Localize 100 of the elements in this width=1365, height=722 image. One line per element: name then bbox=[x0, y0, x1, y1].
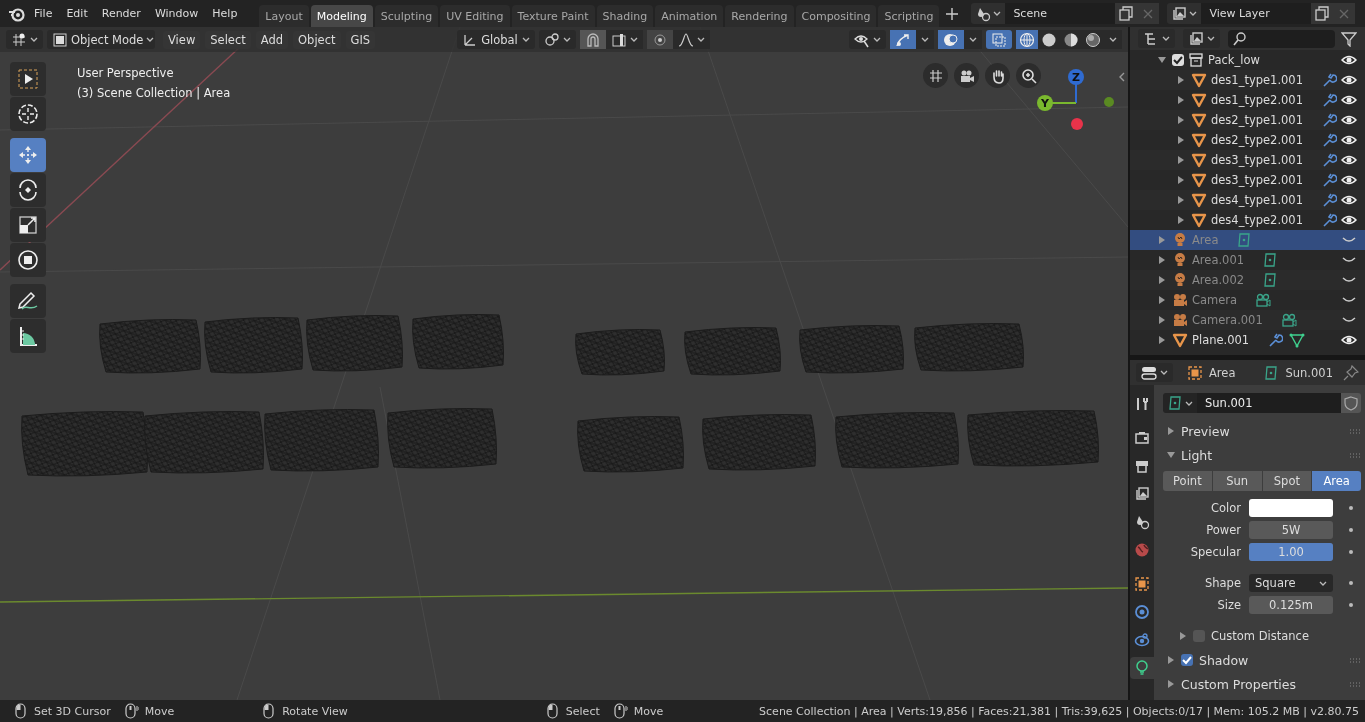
tool-button[interactable] bbox=[10, 208, 46, 242]
collapsed-arrow-icon[interactable] bbox=[1167, 680, 1175, 688]
panel-header[interactable]: Custom Properties bbox=[1163, 672, 1361, 696]
negative-y-axis-handle[interactable] bbox=[1104, 97, 1114, 107]
menu-item[interactable]: Help bbox=[206, 4, 244, 23]
display-mode-dropdown[interactable] bbox=[1138, 29, 1175, 48]
collapsed-arrow-icon[interactable] bbox=[1158, 336, 1166, 344]
mode-dropdown[interactable]: Object Mode bbox=[47, 30, 155, 49]
orientation-dropdown[interactable]: Global bbox=[457, 30, 536, 49]
collapsed-arrow-icon[interactable] bbox=[1158, 256, 1166, 264]
collapsed-arrow-icon[interactable] bbox=[1167, 656, 1175, 664]
filter-icon[interactable] bbox=[1341, 30, 1357, 47]
overlay-toggle[interactable] bbox=[938, 30, 964, 49]
workspace-tab[interactable]: Sculpting bbox=[374, 5, 439, 27]
collapsed-arrow-icon[interactable] bbox=[1177, 136, 1186, 144]
add-icon[interactable] bbox=[945, 6, 960, 21]
collapsed-arrow-icon[interactable] bbox=[1177, 156, 1186, 164]
proportional-toggle[interactable] bbox=[647, 30, 674, 49]
outliner-row[interactable]: Camera bbox=[1130, 290, 1365, 310]
keyframe-dot[interactable] bbox=[1349, 581, 1353, 585]
visibility-dropdown[interactable] bbox=[849, 30, 886, 49]
search-field[interactable] bbox=[1228, 29, 1335, 48]
collapsed-arrow-icon[interactable] bbox=[1167, 427, 1175, 435]
collapsed-arrow-icon[interactable] bbox=[1158, 236, 1166, 244]
menu-item[interactable]: File bbox=[28, 4, 59, 23]
number-field[interactable]: 0.125m bbox=[1249, 596, 1333, 614]
collapsed-arrow-icon[interactable] bbox=[1177, 216, 1186, 224]
view-layer-field[interactable]: View Layer bbox=[1201, 3, 1312, 24]
ortho-toggle-button[interactable] bbox=[923, 63, 948, 88]
editor-type-button[interactable] bbox=[1136, 363, 1173, 382]
fake-user-button[interactable] bbox=[1341, 393, 1361, 413]
scene-selector[interactable] bbox=[971, 3, 1006, 24]
menu-item[interactable]: Window bbox=[148, 4, 205, 23]
camera-view-button[interactable] bbox=[954, 63, 979, 88]
number-field[interactable]: 5W bbox=[1249, 521, 1333, 539]
keyframe-dot[interactable] bbox=[1349, 603, 1353, 607]
panel-header[interactable]: Shadow bbox=[1163, 648, 1361, 672]
tool-button[interactable] bbox=[10, 173, 46, 207]
x-axis-handle[interactable] bbox=[1071, 118, 1083, 130]
collapsed-arrow-icon[interactable] bbox=[1158, 296, 1166, 304]
tool-button[interactable] bbox=[10, 319, 46, 353]
outliner-row[interactable]: des1_type2.001 bbox=[1130, 90, 1365, 110]
workspace-tab[interactable]: UV Editing bbox=[440, 5, 510, 27]
panel-header[interactable]: Preview bbox=[1163, 419, 1361, 443]
copy-button[interactable] bbox=[1115, 3, 1138, 24]
gizmo-toggle[interactable] bbox=[890, 30, 916, 49]
outliner-row[interactable]: des2_type2.001 bbox=[1130, 130, 1365, 150]
snap-element-dropdown[interactable] bbox=[606, 30, 644, 49]
workspace-tab[interactable]: Texture Paint bbox=[511, 5, 595, 27]
workspace-tab[interactable]: Rendering bbox=[725, 5, 794, 27]
workspace-tab[interactable]: Animation bbox=[655, 5, 724, 27]
outliner-row[interactable]: Plane.001 bbox=[1130, 330, 1365, 350]
light-type-button[interactable]: Point bbox=[1163, 471, 1212, 491]
datablock-browse-button[interactable] bbox=[1163, 393, 1197, 413]
chevron-icon[interactable] bbox=[1118, 72, 1126, 82]
light-type-button[interactable]: Area bbox=[1312, 471, 1361, 491]
workspace-tab[interactable]: Shading bbox=[596, 5, 654, 27]
expanded-arrow-icon[interactable] bbox=[1158, 56, 1166, 64]
panel-header[interactable]: Light bbox=[1163, 443, 1361, 467]
collapsed-arrow-icon[interactable] bbox=[1179, 632, 1187, 640]
datablock-name-field[interactable]: Sun.001 bbox=[1197, 393, 1341, 413]
outliner-row[interactable]: Pack_low bbox=[1130, 50, 1365, 70]
workspace-tab[interactable]: Layout bbox=[259, 5, 309, 27]
collapsed-arrow-icon[interactable] bbox=[1177, 76, 1186, 84]
subpanel-header[interactable]: Custom Distance bbox=[1163, 624, 1361, 648]
gizmo-dropdown[interactable] bbox=[916, 30, 934, 49]
collapsed-arrow-icon[interactable] bbox=[1158, 316, 1166, 324]
close-button[interactable] bbox=[1333, 3, 1356, 24]
collapsed-arrow-icon[interactable] bbox=[1177, 196, 1186, 204]
workspace-tab[interactable]: Compositing bbox=[795, 5, 877, 27]
checkbox[interactable] bbox=[1181, 654, 1193, 666]
menu-item[interactable]: Edit bbox=[60, 4, 94, 23]
scene-field[interactable]: Scene bbox=[1005, 3, 1116, 24]
workspace-tab[interactable]: Scripting bbox=[878, 5, 940, 27]
tool-button[interactable] bbox=[10, 62, 46, 96]
collapsed-arrow-icon[interactable] bbox=[1158, 276, 1166, 284]
zoom-button[interactable] bbox=[1016, 63, 1041, 88]
shading-button[interactable] bbox=[1038, 30, 1060, 49]
checkbox[interactable] bbox=[1193, 630, 1205, 642]
shape-dropdown[interactable]: Square bbox=[1249, 574, 1333, 592]
outliner-row[interactable]: Area.001 bbox=[1130, 250, 1365, 270]
view-layer-selector[interactable] bbox=[1167, 3, 1202, 24]
expanded-arrow-icon[interactable] bbox=[1167, 451, 1175, 459]
overlay-dropdown[interactable] bbox=[964, 30, 982, 49]
keyframe-dot[interactable] bbox=[1349, 550, 1353, 554]
pivot-dropdown[interactable] bbox=[539, 30, 577, 49]
tool-button[interactable] bbox=[10, 243, 46, 277]
workspace-tab[interactable]: Modeling bbox=[310, 5, 373, 27]
view-layer-dropdown[interactable] bbox=[1183, 29, 1220, 48]
light-type-button[interactable]: Spot bbox=[1262, 471, 1312, 491]
tool-button[interactable] bbox=[10, 284, 46, 318]
y-axis-handle[interactable] bbox=[1037, 95, 1077, 111]
snap-toggle[interactable] bbox=[580, 30, 607, 49]
xray-toggle[interactable] bbox=[986, 30, 1012, 49]
collapsed-arrow-icon[interactable] bbox=[1177, 116, 1186, 124]
color-swatch[interactable] bbox=[1249, 499, 1333, 517]
z-axis-handle[interactable] bbox=[1068, 69, 1084, 104]
falloff-dropdown[interactable] bbox=[673, 30, 711, 49]
collapsed-arrow-icon[interactable] bbox=[1177, 96, 1186, 104]
pin-icon[interactable] bbox=[1343, 364, 1359, 381]
